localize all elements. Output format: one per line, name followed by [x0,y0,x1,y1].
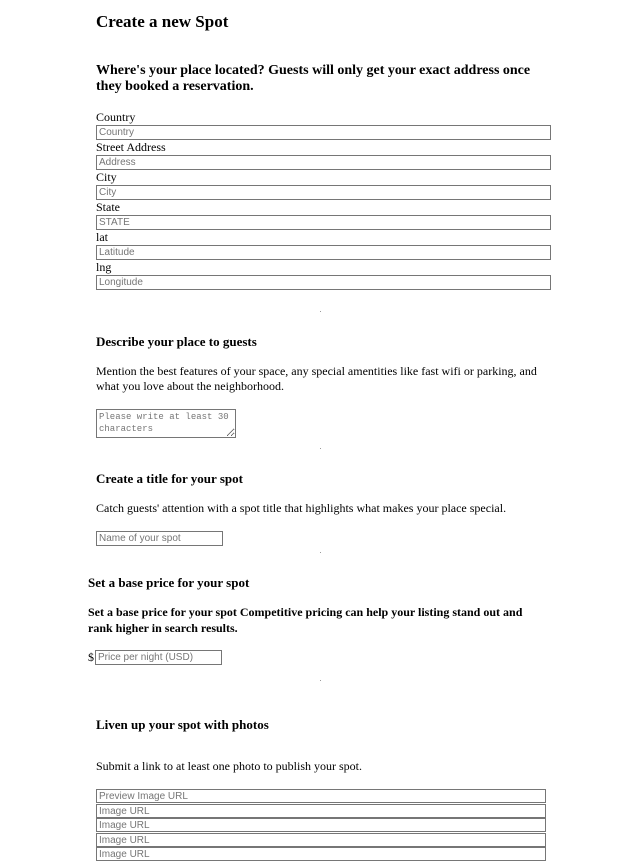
longitude-input[interactable] [96,275,551,290]
currency-symbol: $ [88,650,94,664]
divider-dot [320,311,321,312]
price-input[interactable] [95,650,222,665]
description-textarea[interactable] [96,409,236,438]
image-url-input-1[interactable] [96,804,546,818]
country-input[interactable] [96,125,551,140]
longitude-label: lng [96,260,112,274]
title-heading: Create a title for your spot [96,471,243,486]
latitude-input[interactable] [96,245,551,260]
state-label: State [96,200,120,214]
title-text: Catch guests' attention with a spot titl… [96,501,507,515]
city-label: City [96,170,117,184]
latitude-label: lat [96,230,108,244]
image-url-input-4[interactable] [96,847,546,861]
photos-text: Submit a link to at least one photo to p… [96,759,362,773]
divider-dot [320,552,321,553]
image-url-input-3[interactable] [96,833,546,847]
country-label: Country [96,110,136,124]
photos-heading: Liven up your spot with photos [96,717,269,732]
image-url-input-2[interactable] [96,818,546,832]
spot-name-input[interactable] [96,531,223,546]
preview-image-url-input[interactable] [96,789,546,803]
price-text: Set a base price for your spot Competiti… [88,605,523,635]
street-address-label: Street Address [96,140,166,154]
page-title: Create a new Spot [96,12,229,31]
city-input[interactable] [96,185,551,200]
divider-dot [320,448,321,449]
describe-heading: Describe your place to guests [96,334,257,349]
divider-dot [320,680,321,681]
describe-text: Mention the best features of your space,… [96,364,537,393]
location-heading: Where's your place located? Guests will … [96,63,531,94]
state-input[interactable] [96,215,551,230]
price-heading: Set a base price for your spot [88,575,250,590]
street-address-input[interactable] [96,155,551,170]
